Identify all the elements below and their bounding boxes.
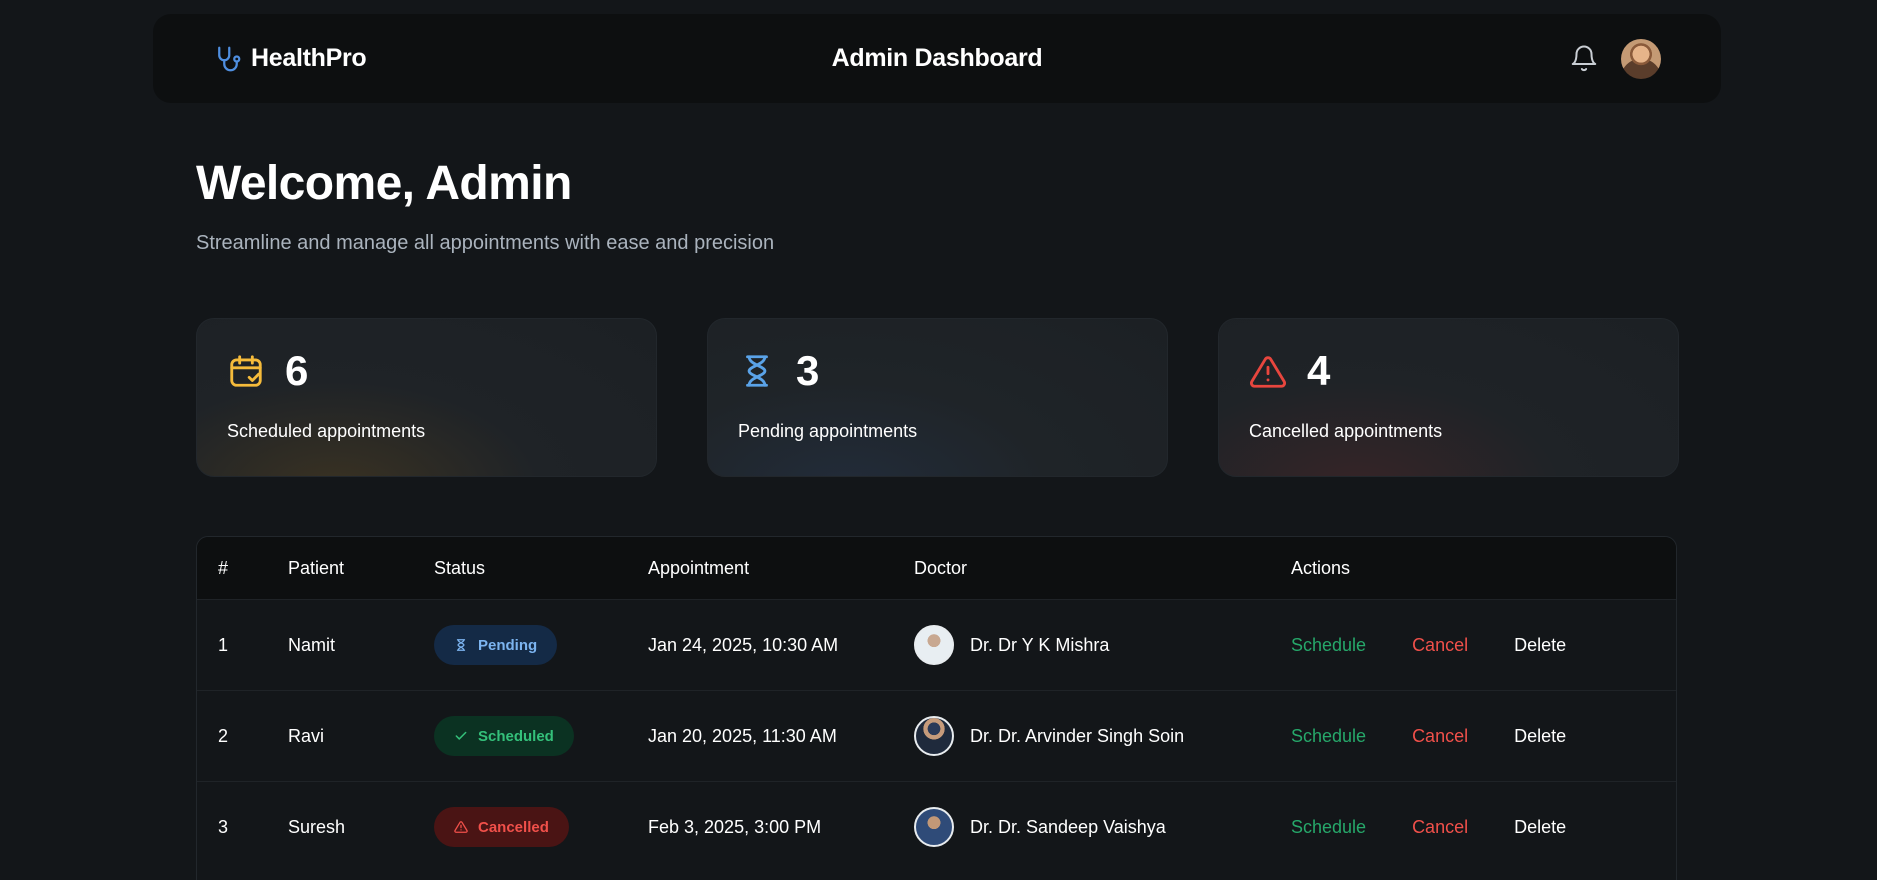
patient-name: Namit [288, 634, 336, 655]
column-header: Actions [1291, 557, 1351, 578]
stat-card-scheduled: 6 Scheduled appointments [196, 318, 657, 477]
top-header: HealthPro Admin Dashboard [153, 14, 1721, 103]
doctor-name: Dr. Dr Y K Mishra [970, 634, 1110, 655]
column-header: Status [434, 557, 486, 578]
appointment-time: Jan 20, 2025, 11:30 AM [648, 725, 837, 746]
stat-count: 6 [285, 347, 309, 394]
patient-name: Ravi [288, 725, 325, 746]
header-actions [1401, 38, 1661, 79]
hourglass-icon [738, 352, 776, 390]
doctor-avatar [914, 716, 954, 756]
stat-count: 4 [1307, 347, 1331, 394]
schedule-button[interactable]: Schedule [1291, 726, 1366, 747]
table-header: # Patient Status Appointment Doctor Acti… [197, 537, 1676, 599]
row-number: 1 [218, 634, 229, 655]
row-number: 3 [218, 816, 229, 837]
patient-name: Suresh [288, 816, 346, 837]
table-row: 1 Namit Pending Jan 24, 2025, 10:30 AM D… [197, 599, 1676, 690]
column-header: Appointment [648, 557, 750, 578]
status-label: Scheduled [478, 727, 554, 745]
delete-button[interactable]: Delete [1514, 817, 1566, 838]
doctor-avatar [914, 807, 954, 847]
delete-button[interactable]: Delete [1514, 635, 1566, 656]
status-label: Cancelled [478, 818, 549, 836]
appointments-table: # Patient Status Appointment Doctor Acti… [196, 536, 1677, 880]
admin-dashboard-page: HealthPro Admin Dashboard Welcome, Admin… [0, 0, 1877, 880]
user-avatar[interactable] [1620, 38, 1661, 79]
check-icon [455, 731, 467, 740]
doctor-avatar [914, 625, 954, 665]
table-row: 3 Suresh Cancelled Feb 3, 2025, 3:00 PM … [197, 781, 1676, 872]
stat-label: Cancelled appointments [1249, 421, 1443, 441]
welcome-title: Welcome, Admin [196, 157, 572, 210]
schedule-button[interactable]: Schedule [1291, 817, 1366, 838]
status-badge: Pending [434, 625, 558, 665]
column-header: # [218, 557, 229, 578]
cancel-button[interactable]: Cancel [1412, 726, 1468, 747]
doctor-name: Dr. Dr. Sandeep Vaishya [970, 816, 1166, 837]
brand-name: HealthPro [251, 44, 367, 72]
status-badge: Scheduled [434, 716, 574, 756]
status-badge: Cancelled [434, 807, 569, 847]
stat-label: Scheduled appointments [227, 421, 426, 441]
appointment-time: Jan 24, 2025, 10:30 AM [648, 634, 839, 655]
brand[interactable]: HealthPro [213, 44, 473, 74]
calendar-check-icon [227, 352, 265, 390]
status-label: Pending [478, 636, 538, 654]
welcome-subtitle: Streamline and manage all appointments w… [196, 232, 775, 254]
cancel-button[interactable]: Cancel [1412, 635, 1468, 656]
hourglass-icon [456, 639, 466, 651]
stat-count: 3 [796, 347, 820, 394]
table-row: 2 Ravi Scheduled Jan 20, 2025, 11:30 AM … [197, 690, 1676, 781]
alert-triangle-icon [454, 821, 468, 833]
delete-button[interactable]: Delete [1514, 726, 1566, 747]
doctor-name: Dr. Dr. Arvinder Singh Soin [970, 725, 1185, 746]
cancel-button[interactable]: Cancel [1412, 817, 1468, 838]
row-number: 2 [218, 725, 229, 746]
column-header: Doctor [914, 557, 968, 578]
appointment-time: Feb 3, 2025, 3:00 PM [648, 816, 822, 837]
stat-card-pending: 3 Pending appointments [707, 318, 1168, 477]
stat-card-cancelled: 4 Cancelled appointments [1218, 318, 1679, 477]
schedule-button[interactable]: Schedule [1291, 635, 1366, 656]
alert-triangle-icon [1249, 352, 1287, 390]
stat-label: Pending appointments [738, 421, 918, 441]
column-header: Patient [288, 557, 345, 578]
page-title: Admin Dashboard [831, 44, 1043, 72]
stethoscope-icon [213, 44, 243, 74]
stats-row: 6 Scheduled appointments 3 Pending appoi… [196, 318, 1679, 477]
bell-icon[interactable] [1569, 44, 1599, 74]
